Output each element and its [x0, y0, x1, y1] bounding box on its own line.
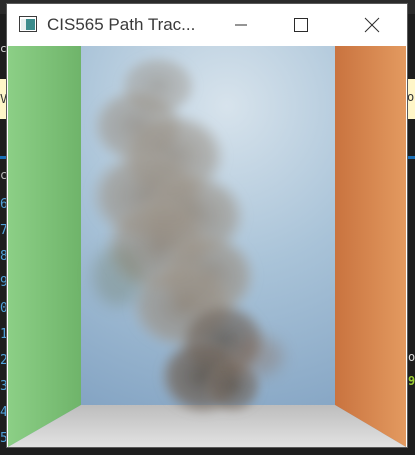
window-titlebar[interactable]: CIS565 Path Trac... — [7, 4, 407, 46]
background-snippet: o — [408, 350, 415, 364]
app-window-icon — [19, 16, 37, 32]
cornell-box-scene — [8, 46, 406, 447]
window-title: CIS565 Path Trac... — [47, 15, 196, 34]
left-wall — [8, 46, 81, 447]
background-snippet: o — [407, 90, 415, 104]
close-button[interactable] — [349, 4, 395, 46]
background-snippet: 9 — [408, 374, 415, 388]
maximize-button[interactable] — [278, 4, 324, 46]
render-viewport[interactable] — [8, 46, 406, 447]
right-wall — [335, 46, 406, 447]
minimize-button[interactable] — [218, 4, 264, 46]
minimize-icon — [235, 24, 247, 26]
close-icon — [364, 17, 380, 33]
path-tracer-window[interactable]: CIS565 Path Trac... — [7, 4, 407, 447]
maximize-icon — [294, 18, 308, 32]
